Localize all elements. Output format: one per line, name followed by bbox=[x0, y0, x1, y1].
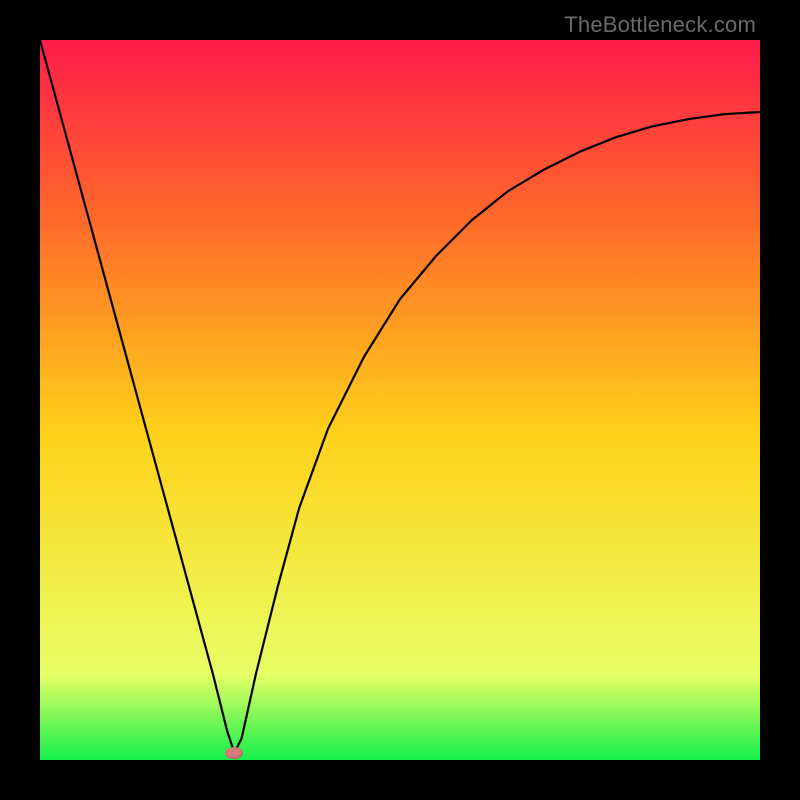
bottleneck-curve bbox=[40, 40, 760, 760]
chart-frame: TheBottleneck.com bbox=[0, 0, 800, 800]
curve-path bbox=[40, 40, 760, 753]
minimum-marker bbox=[225, 747, 243, 759]
plot-area bbox=[40, 40, 760, 760]
watermark-text: TheBottleneck.com bbox=[564, 12, 756, 38]
